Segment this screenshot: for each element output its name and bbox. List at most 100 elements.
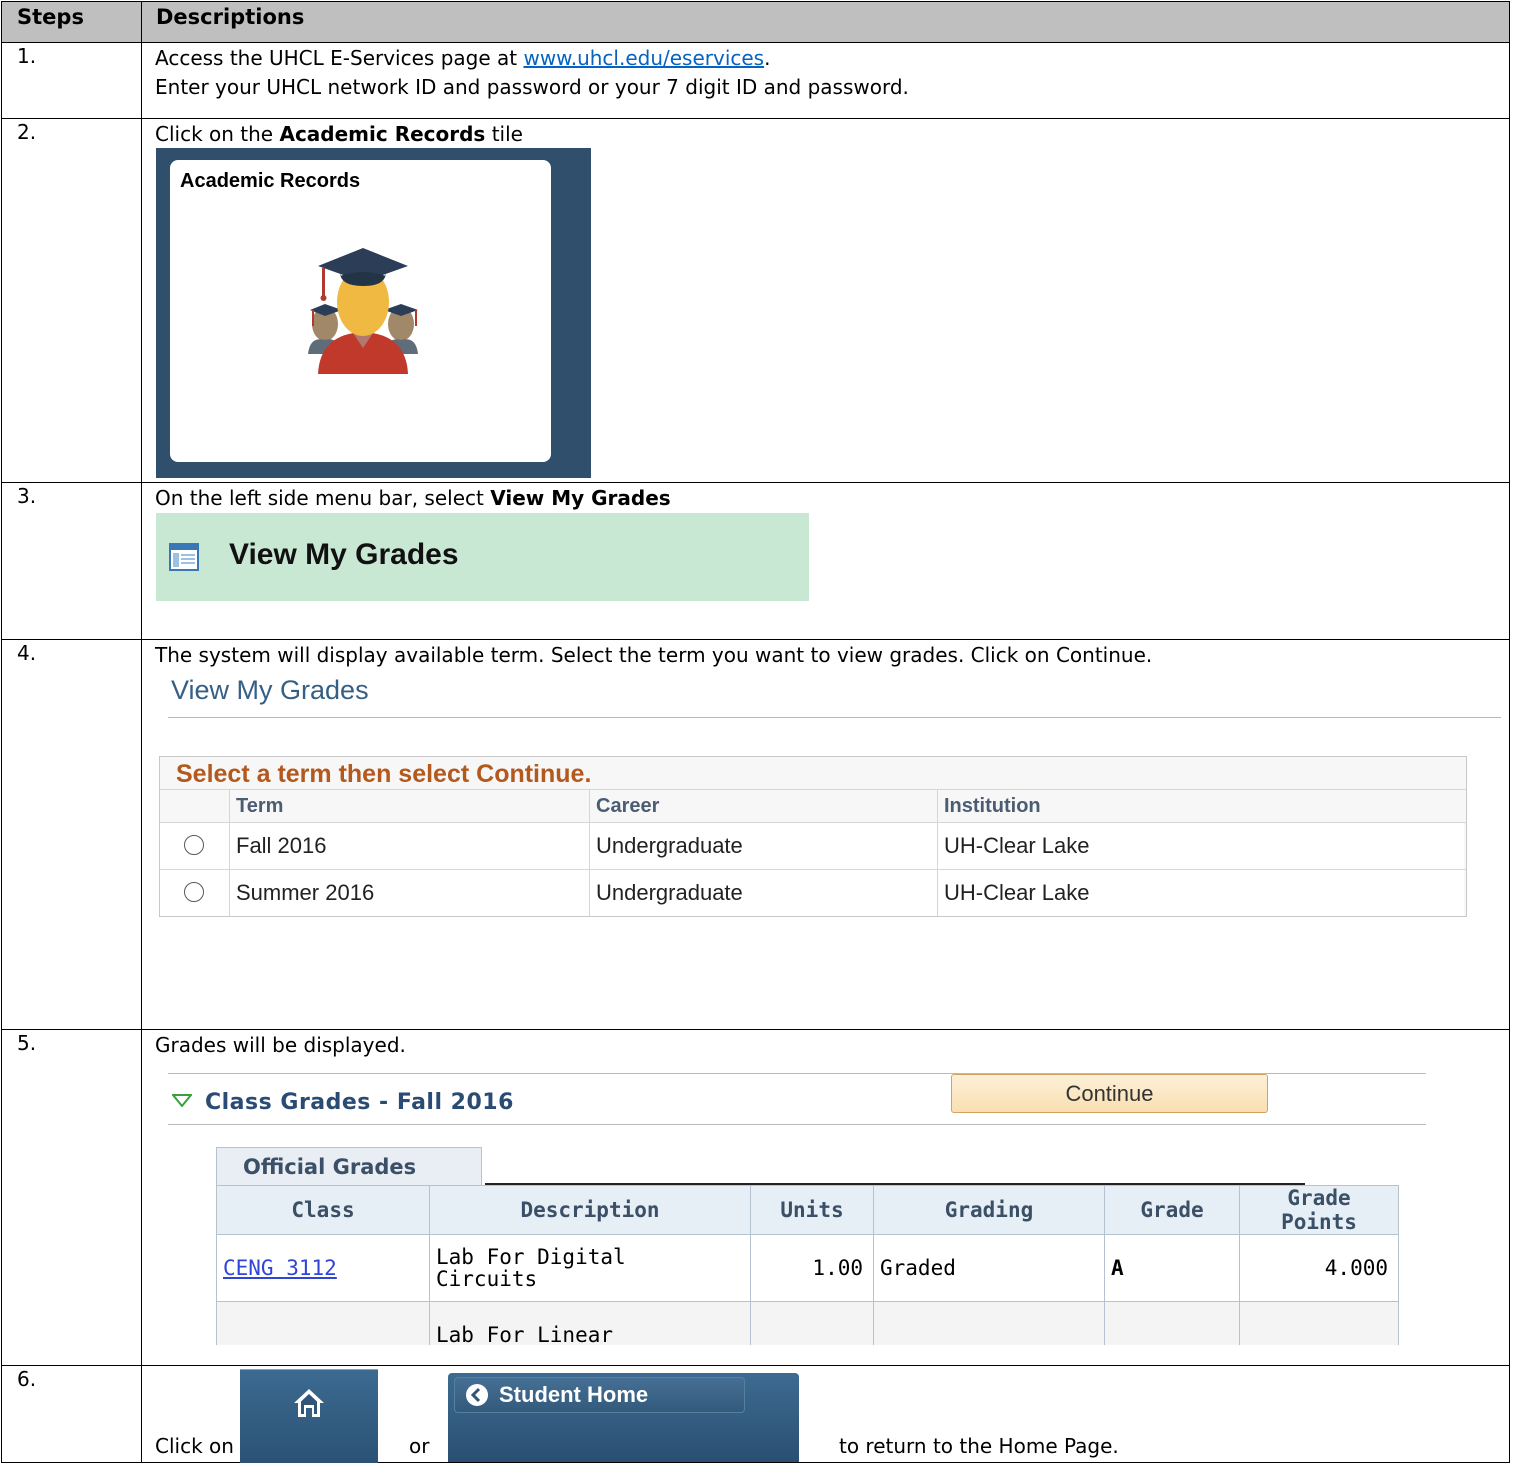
term-grid: Select a term then select Continue. Term… — [159, 756, 1467, 917]
step1-line2: Enter your UHCL network ID and password … — [155, 75, 909, 99]
column-header-grading: Grading — [873, 1185, 1105, 1235]
graduates-icon — [308, 248, 418, 374]
step3-bold: View My Grades — [490, 486, 671, 510]
select-column-header — [160, 790, 229, 822]
step-row-2: 2. Click on the Academic Records tile Ac… — [1, 118, 1510, 483]
view-my-grades-menu-item[interactable]: View My Grades — [156, 513, 809, 601]
step1-suffix: . — [764, 46, 771, 70]
radio-cell — [160, 823, 229, 869]
step-number: 5. — [1, 1029, 142, 1366]
grades-table: Class Description Units Grading Grade Gr… — [216, 1185, 1399, 1345]
term-cell: Fall 2016 — [229, 823, 589, 869]
return-text: to return to the Home Page. — [839, 1434, 1119, 1458]
step2-bold: Academic Records — [279, 122, 486, 146]
institution-cell: UH-Clear Lake — [937, 870, 1464, 916]
grading-cell: Graded — [873, 1234, 1105, 1302]
step2-instruction: Click on the Academic Records tile — [155, 120, 1509, 149]
steps-header: Steps — [1, 1, 142, 43]
step-number: 6. — [1, 1365, 142, 1463]
step-description: Click on the Academic Records tile Acade… — [141, 118, 1510, 483]
institution-cell: UH-Clear Lake — [937, 823, 1464, 869]
divider — [168, 717, 1501, 718]
student-home-label: Student Home — [499, 1382, 649, 1407]
step5-instruction: Grades will be displayed. — [155, 1033, 406, 1057]
collapse-triangle-icon[interactable] — [172, 1094, 192, 1107]
view-my-grades-label: View My Grades — [229, 538, 459, 571]
description-cell: Lab For Linear — [429, 1301, 751, 1345]
units-cell — [750, 1301, 874, 1345]
grade-points-cell: 4.000 — [1239, 1234, 1399, 1302]
table-row: CENG 3112 Lab For Digital Circuits 1.00 G… — [216, 1234, 1399, 1302]
term-grid-title: Select a term then select Continue. — [176, 760, 592, 788]
description-cell: Lab For Digital Circuits — [429, 1234, 751, 1302]
step1-prefix: Access the UHCL E-Services page at — [155, 46, 524, 70]
column-header-institution: Institution — [937, 790, 1464, 822]
tile-background: Academic Records — [156, 148, 591, 478]
page-title: View My Grades — [171, 675, 369, 705]
header-row: Steps Descriptions — [1, 1, 1510, 43]
grade-cell: A — [1104, 1234, 1240, 1302]
term-row: Summer 2016 Undergraduate UH-Clear Lake — [160, 869, 1466, 916]
step-row-4: 4. The system will display available ter… — [1, 639, 1510, 1113]
descriptions-header: Descriptions — [141, 1, 1510, 43]
step-description: The system will display available term. … — [141, 639, 1510, 1113]
term-cell: Summer 2016 — [229, 870, 589, 916]
career-cell: Undergraduate — [589, 870, 937, 916]
step-number: 3. — [1, 482, 142, 640]
step-row-1: 1. Access the UHCL E-Services page at ww… — [1, 42, 1510, 119]
grades-area: Official Grades Class Description Units … — [155, 1125, 1509, 1345]
eservices-link[interactable]: www.uhcl.edu/eservices — [523, 46, 764, 70]
step-description: On the left side menu bar, select View M… — [141, 482, 1510, 640]
home-icon — [294, 1389, 324, 1417]
class-grades-header[interactable]: Class Grades - Fall 2016 — [155, 1074, 1509, 1124]
description-line2: Circuits — [436, 1267, 538, 1291]
grade-points-line1: Grade — [1287, 1186, 1351, 1210]
or-text: or — [409, 1434, 430, 1458]
step4-instruction: The system will display available term. … — [155, 643, 1153, 667]
column-header-career: Career — [589, 790, 937, 822]
step-description: Access the UHCL E-Services page at www.u… — [141, 42, 1510, 119]
step6-line: Click on or Student Home to return to th… — [142, 1366, 1509, 1463]
tile-title: Academic Records — [180, 170, 361, 192]
class-cell: CENG 3112 — [216, 1234, 430, 1302]
student-home-button-bg: Student Home — [448, 1373, 799, 1462]
click-on-text: Click on — [155, 1434, 234, 1458]
academic-records-tile[interactable]: Academic Records — [170, 160, 551, 462]
grading-cell — [873, 1301, 1105, 1345]
column-header-grade: Grade — [1104, 1185, 1240, 1235]
step3-instruction: On the left side menu bar, select View M… — [155, 484, 1509, 513]
term-radio[interactable] — [184, 835, 204, 855]
column-header-class: Class — [216, 1185, 430, 1235]
step-description: Grades will be displayed. Class Grades -… — [141, 1029, 1510, 1366]
step-number: 4. — [1, 639, 142, 1030]
column-header-grade-points: Grade Points — [1239, 1185, 1399, 1235]
grades-header-row: Class Description Units Grading Grade Gr… — [216, 1185, 1399, 1235]
description-line1: Lab For Digital — [436, 1245, 626, 1269]
class-link[interactable]: CENG 3112 — [223, 1256, 337, 1280]
step2-prefix: Click on the — [155, 122, 280, 146]
class-cell — [216, 1301, 430, 1345]
grade-cell — [1104, 1301, 1240, 1345]
radio-cell — [160, 870, 229, 916]
table-row: Lab For Linear — [216, 1301, 1399, 1345]
step-number: 1. — [1, 42, 142, 119]
student-home-button[interactable]: Student Home — [454, 1377, 745, 1413]
step-row-3: 3. On the left side menu bar, select Vie… — [1, 482, 1510, 640]
home-button[interactable] — [240, 1369, 378, 1463]
step1-line1: Access the UHCL E-Services page at www.u… — [155, 44, 1509, 73]
step2-suffix: tile — [485, 122, 523, 146]
step-row-5: 5. Grades will be displayed. Class Grade… — [1, 1029, 1510, 1366]
chevron-left-icon — [466, 1384, 488, 1406]
column-header-description: Description — [429, 1185, 751, 1235]
column-header-term: Term — [229, 790, 589, 822]
tab-official-grades[interactable]: Official Grades — [216, 1147, 482, 1185]
step-number: 2. — [1, 118, 142, 483]
term-grid-header: Term Career Institution — [160, 789, 1466, 822]
column-header-units: Units — [750, 1185, 874, 1235]
career-cell: Undergraduate — [589, 823, 937, 869]
class-grades-title: Class Grades - Fall 2016 — [205, 1090, 514, 1115]
page-window-icon — [169, 543, 199, 571]
term-radio[interactable] — [184, 882, 204, 902]
step3-prefix: On the left side menu bar, select — [155, 486, 491, 510]
grade-points-line2: Points — [1281, 1210, 1357, 1234]
